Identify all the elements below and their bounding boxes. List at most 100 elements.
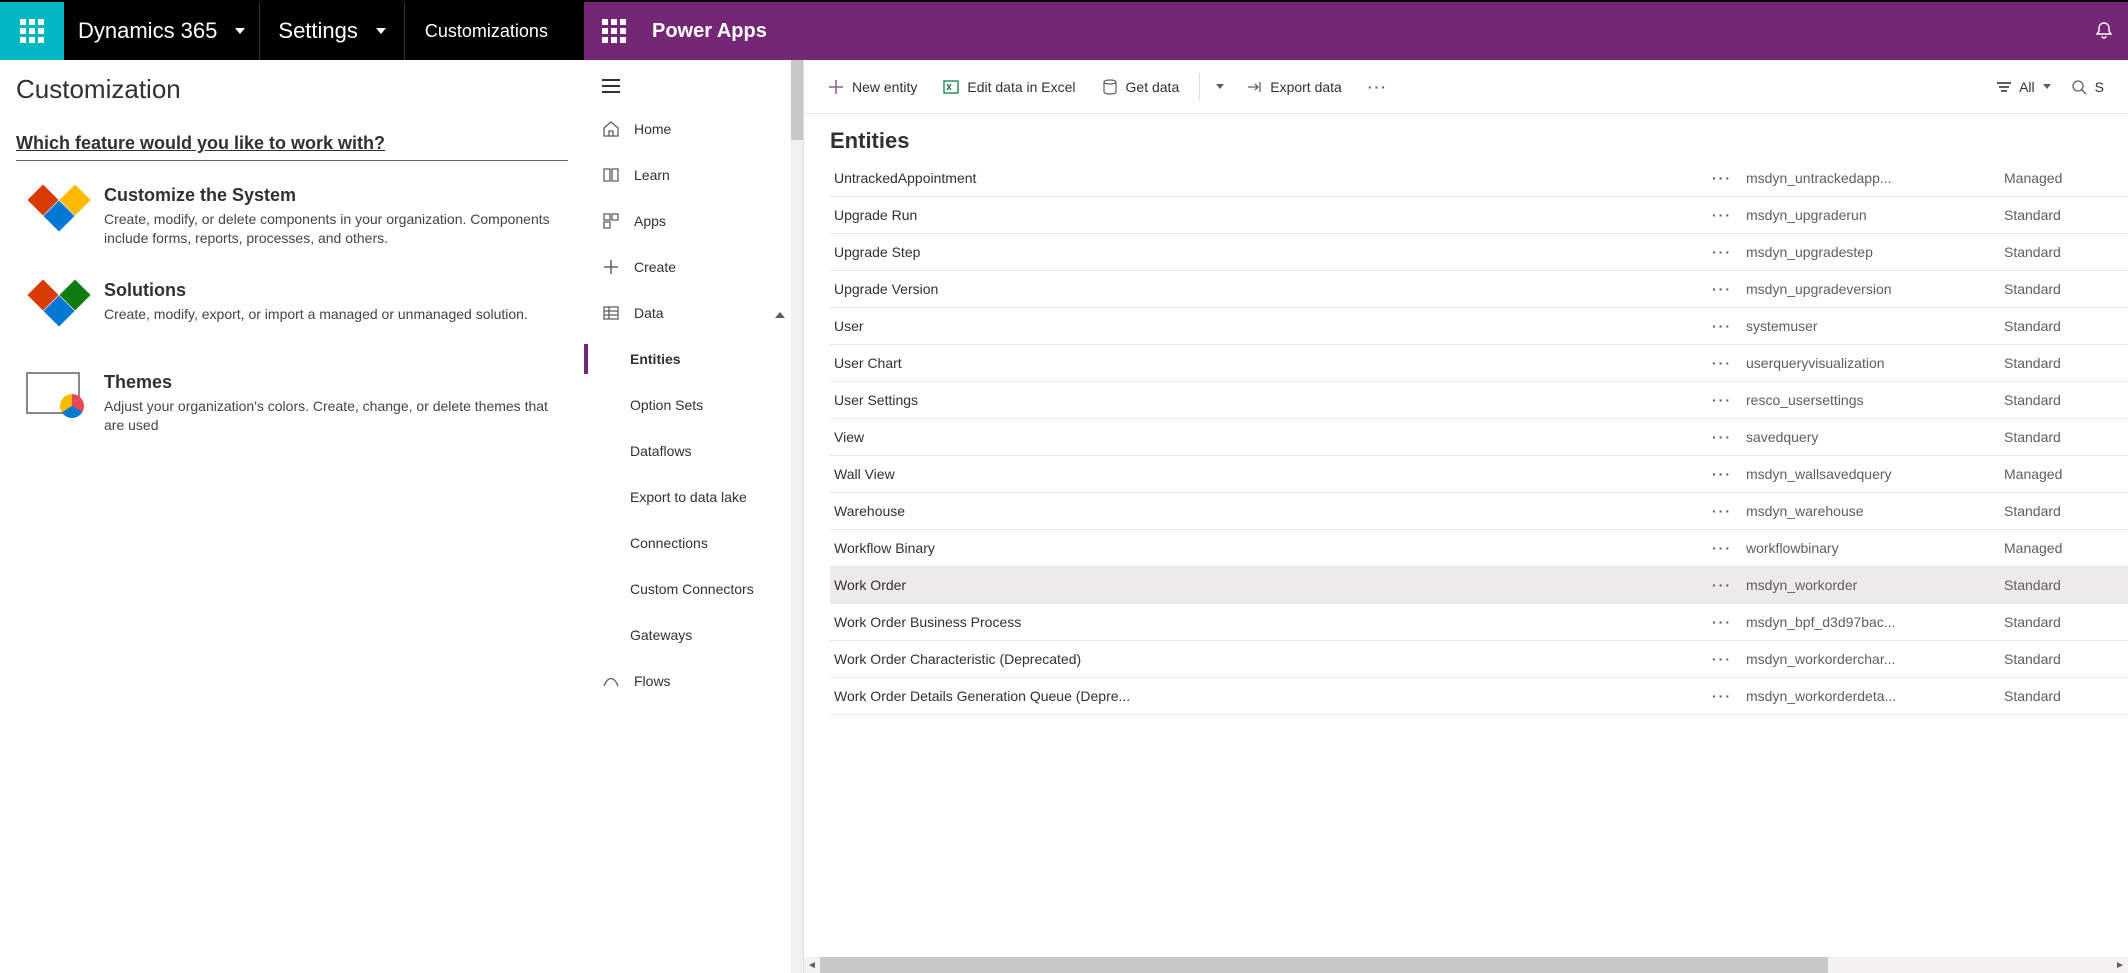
entity-schema: msdyn_workorderchar...	[1746, 651, 1996, 667]
export-data-button[interactable]: Export data	[1236, 69, 1352, 105]
collapse-nav-button[interactable]	[584, 66, 803, 106]
entity-schema: resco_usersettings	[1746, 392, 1996, 408]
table-row[interactable]: Upgrade Step···msdyn_upgradestepStandard	[830, 234, 2128, 271]
table-row[interactable]: Work Order Business Process···msdyn_bpf_…	[830, 604, 2128, 641]
nav-export-lake[interactable]: Export to data lake	[584, 474, 803, 520]
app-launcher-button[interactable]	[598, 15, 630, 47]
table-row[interactable]: Work Order Details Generation Queue (Dep…	[830, 678, 2128, 715]
get-data-dropdown[interactable]	[1210, 69, 1230, 105]
row-more-button[interactable]: ···	[1698, 540, 1746, 556]
nav-label: Data	[634, 305, 664, 321]
table-row[interactable]: Work Order···msdyn_workorderStandard	[830, 567, 2128, 604]
nav-dataflows[interactable]: Dataflows	[584, 428, 803, 474]
nav-connections[interactable]: Connections	[584, 520, 803, 566]
nav-entities[interactable]: Entities	[584, 336, 803, 382]
horizontal-scrollbar[interactable]: ◄ ►	[804, 957, 2128, 973]
breadcrumb-customizations[interactable]: Customizations	[405, 2, 568, 60]
nav-learn[interactable]: Learn	[584, 152, 803, 198]
feature-themes[interactable]: Themes Adjust your organization's colors…	[16, 362, 568, 457]
table-row[interactable]: Work Order Characteristic (Deprecated)··…	[830, 641, 2128, 678]
entity-name: Workflow Binary	[830, 540, 1698, 556]
entity-schema: msdyn_workorderdeta...	[1746, 688, 1996, 704]
entity-name: User Settings	[830, 392, 1698, 408]
table-row[interactable]: Warehouse···msdyn_warehouseStandard	[830, 493, 2128, 530]
nav-create[interactable]: Create	[584, 244, 803, 290]
entity-type: Standard	[1996, 355, 2116, 371]
sidebar-scrollbar[interactable]	[791, 60, 803, 973]
entity-type: Standard	[1996, 244, 2116, 260]
row-more-button[interactable]: ···	[1698, 281, 1746, 297]
table-row[interactable]: Upgrade Version···msdyn_upgradeversionSt…	[830, 271, 2128, 308]
overflow-button[interactable]: ···	[1358, 69, 1398, 105]
scroll-right-arrow[interactable]: ►	[2112, 960, 2128, 971]
nav-label: Home	[634, 121, 671, 137]
scrollbar-thumb[interactable]	[791, 60, 803, 140]
table-row[interactable]: User···systemuserStandard	[830, 308, 2128, 345]
entity-type: Standard	[1996, 577, 2116, 593]
nav-home[interactable]: Home	[584, 106, 803, 152]
chevron-down-icon	[376, 28, 386, 34]
database-icon	[1102, 79, 1118, 95]
nav-label: Learn	[634, 167, 670, 183]
row-more-button[interactable]: ···	[1698, 577, 1746, 593]
row-more-button[interactable]: ···	[1698, 207, 1746, 223]
row-more-button[interactable]: ···	[1698, 318, 1746, 334]
page-title: Customization	[16, 74, 568, 105]
row-more-button[interactable]: ···	[1698, 392, 1746, 408]
cmd-label: Get data	[1126, 79, 1180, 95]
feature-solutions[interactable]: Solutions Create, modify, export, or imp…	[16, 270, 568, 362]
notifications-button[interactable]	[2094, 21, 2114, 41]
filter-all-button[interactable]: All	[1987, 69, 2061, 105]
scroll-left-arrow[interactable]: ◄	[804, 960, 820, 971]
feature-title: Customize the System	[104, 185, 568, 206]
nav-label: Entities	[630, 351, 681, 367]
edit-excel-button[interactable]: Edit data in Excel	[933, 69, 1085, 105]
row-more-button[interactable]: ···	[1698, 614, 1746, 630]
row-more-button[interactable]: ···	[1698, 429, 1746, 445]
table-row[interactable]: Upgrade Run···msdyn_upgraderunStandard	[830, 197, 2128, 234]
nav-custom-connectors[interactable]: Custom Connectors	[584, 566, 803, 612]
row-more-button[interactable]: ···	[1698, 503, 1746, 519]
row-more-button[interactable]: ···	[1698, 466, 1746, 482]
plus-icon	[602, 258, 620, 276]
row-more-button[interactable]: ···	[1698, 651, 1746, 667]
row-more-button[interactable]: ···	[1698, 355, 1746, 371]
search-button[interactable]: S	[2061, 69, 2114, 105]
feature-title: Themes	[104, 372, 568, 393]
table-row[interactable]: User Chart···userqueryvisualizationStand…	[830, 345, 2128, 382]
entity-type: Managed	[1996, 170, 2116, 186]
nav-data[interactable]: Data	[584, 290, 803, 336]
new-entity-button[interactable]: New entity	[818, 69, 927, 105]
app-launcher-button[interactable]	[0, 2, 64, 60]
row-more-button[interactable]: ···	[1698, 170, 1746, 186]
entity-schema: msdyn_upgradeversion	[1746, 281, 1996, 297]
row-more-button[interactable]: ···	[1698, 244, 1746, 260]
nav-gateways[interactable]: Gateways	[584, 612, 803, 658]
brand-menu[interactable]: Dynamics 365	[64, 2, 260, 60]
nav-apps[interactable]: Apps	[584, 198, 803, 244]
nav-option-sets[interactable]: Option Sets	[584, 382, 803, 428]
content-area: New entity Edit data in Excel Get data	[804, 60, 2128, 973]
nav-label: Dataflows	[630, 443, 691, 459]
nav-flows[interactable]: Flows	[584, 658, 803, 704]
feature-customize-system[interactable]: Customize the System Create, modify, or …	[16, 175, 568, 270]
settings-menu[interactable]: Settings	[260, 2, 405, 60]
entity-type: Standard	[1996, 503, 2116, 519]
more-icon: ···	[1368, 79, 1388, 95]
table-row[interactable]: Wall View···msdyn_wallsavedqueryManaged	[830, 456, 2128, 493]
entity-name: UntrackedAppointment	[830, 170, 1698, 186]
table-row[interactable]: Workflow Binary···workflowbinaryManaged	[830, 530, 2128, 567]
scrollbar-thumb[interactable]	[820, 957, 1828, 973]
question-heading: Which feature would you like to work wit…	[16, 133, 568, 161]
powerapps-brand: Power Apps	[652, 20, 767, 43]
table-row[interactable]: UntrackedAppointment···msdyn_untrackedap…	[830, 160, 2128, 197]
row-more-button[interactable]: ···	[1698, 688, 1746, 704]
chevron-down-icon	[235, 28, 245, 34]
entity-type: Standard	[1996, 281, 2116, 297]
table-row[interactable]: User Settings···resco_usersettingsStanda…	[830, 382, 2128, 419]
brand-label: Dynamics 365	[78, 18, 217, 44]
entity-type: Standard	[1996, 392, 2116, 408]
get-data-button[interactable]: Get data	[1092, 69, 1190, 105]
nav-label: Connections	[630, 535, 708, 551]
table-row[interactable]: View···savedqueryStandard	[830, 419, 2128, 456]
